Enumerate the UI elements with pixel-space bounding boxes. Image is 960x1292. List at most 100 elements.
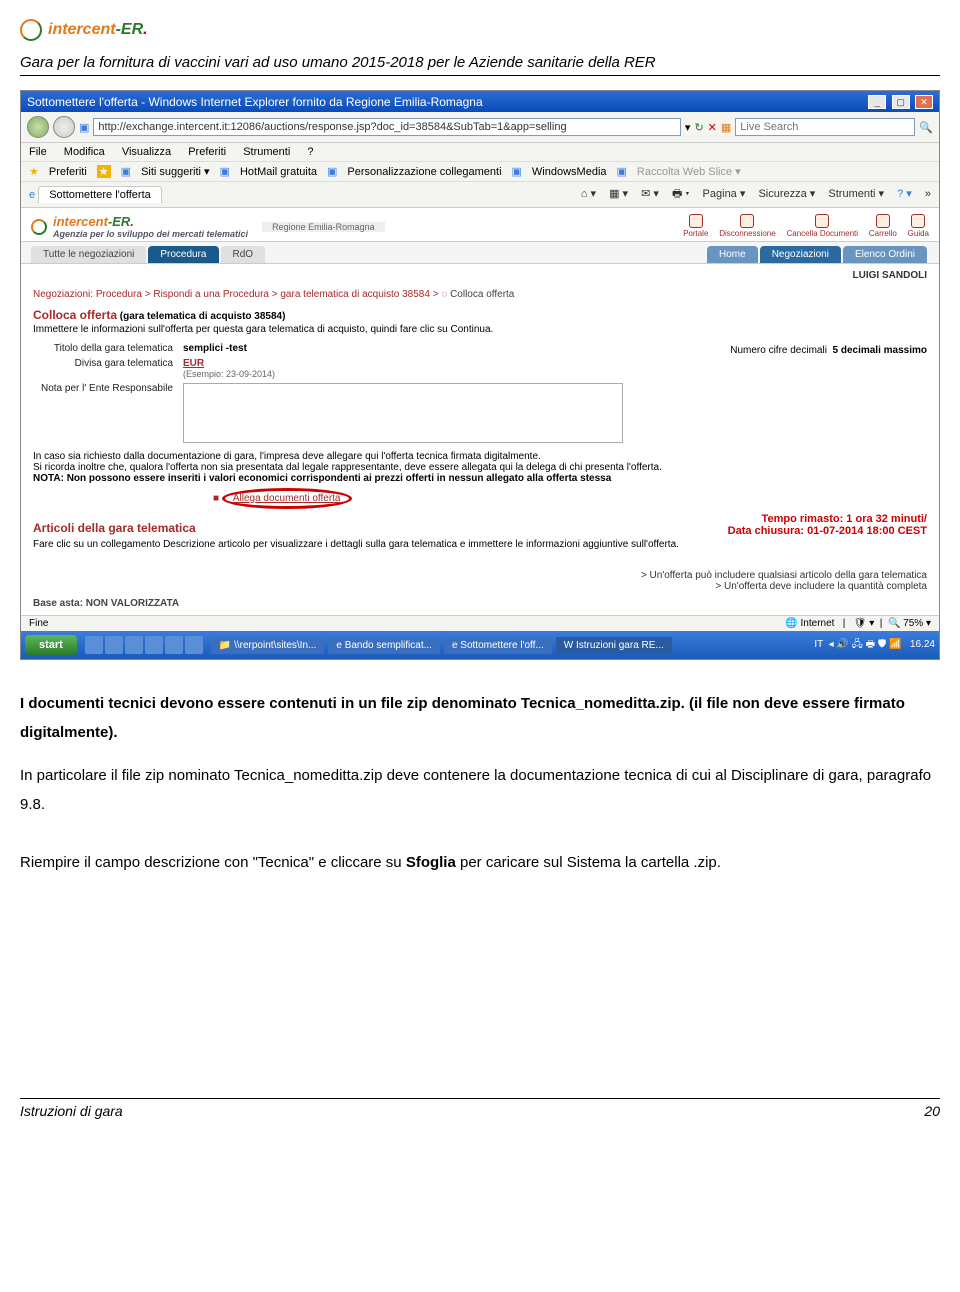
search-button[interactable]: 🔍	[919, 121, 933, 134]
more-icon[interactable]: »	[925, 188, 931, 200]
menu-visualizza[interactable]: Visualizza	[122, 146, 171, 158]
menu-file[interactable]: File	[29, 146, 47, 158]
ql-icon-2[interactable]	[105, 636, 123, 654]
protected-mode-icon: 🛡	[854, 618, 867, 629]
forward-button[interactable]	[53, 116, 75, 138]
print-icon[interactable]: 🖶 ▾	[672, 188, 690, 200]
fav-item-2[interactable]: HotMail gratuita	[240, 166, 317, 178]
window-controls: _ ▢ ✕	[866, 94, 933, 109]
nota-textarea[interactable]	[183, 383, 623, 443]
favorites-bar: ★ Preferiti ★ ▣Siti suggeriti ▾ ▣HotMail…	[21, 162, 939, 182]
taskbar: start 📁 \\rerpoint\sites\In... e Bando s…	[21, 631, 939, 659]
menu-preferiti[interactable]: Preferiti	[188, 146, 226, 158]
heading-context: (gara telematica di acquisto 38584)	[120, 311, 286, 322]
numero-label: Numero cifre decimali	[730, 345, 827, 356]
fav-item-5[interactable]: Raccolta Web Slice ▾	[637, 165, 741, 178]
ql-icon-3[interactable]	[125, 636, 143, 654]
menu-help[interactable]: ?	[307, 146, 313, 158]
close-button[interactable]: ✕	[915, 95, 933, 109]
ql-icon-1[interactable]	[85, 636, 103, 654]
delete-icon	[815, 214, 829, 228]
screenshot-container: Sottomettere l'offerta - Windows Interne…	[20, 90, 940, 660]
minimize-button[interactable]: _	[868, 95, 886, 109]
task-4[interactable]: W Istruzioni gara RE...	[556, 637, 672, 654]
stop-button[interactable]: ✕	[708, 121, 717, 134]
tab-rdo[interactable]: RdO	[221, 246, 266, 263]
ie-tabs-bar: e Sottomettere l'offerta ⌂ ▾ ▦ ▾ ✉ ▾ 🖶 ▾…	[21, 182, 939, 208]
timer-closing: Data chiusura: 01-07-2014 18:00 CEST	[728, 525, 927, 537]
feed-icon[interactable]: ▦ ▾	[609, 188, 628, 200]
search-provider-icon: ▦	[721, 121, 731, 134]
tab-current[interactable]: Sottomettere l'offerta	[38, 186, 162, 203]
page-icon: ▣	[79, 121, 89, 134]
app-subtitle: Agenzia per lo sviluppo dei mercati tele…	[53, 229, 248, 239]
status-left: Fine	[29, 618, 48, 629]
ql-icon-5[interactable]	[165, 636, 183, 654]
logout-icon	[740, 214, 754, 228]
favorites-star-icon[interactable]: ★	[29, 165, 39, 178]
titolo-label: Titolo della gara telematica	[33, 343, 173, 354]
page-header: intercent-ER.	[20, 10, 940, 50]
divisa-label: Divisa gara telematica	[33, 358, 173, 379]
task-1[interactable]: 📁 \\rerpoint\sites\In...	[211, 637, 325, 654]
clock: 16.24	[910, 639, 935, 650]
breadcrumb-path[interactable]: Negoziazioni: Procedura > Rispondi a una…	[33, 289, 439, 300]
search-box[interactable]	[735, 118, 915, 136]
go-dropdown[interactable]: ▾	[685, 121, 691, 134]
ql-icon-6[interactable]	[185, 636, 203, 654]
zoom-icon[interactable]: 🔍	[888, 618, 900, 629]
app-main: Colloca offerta (gara telematica di acqu…	[21, 302, 939, 615]
ql-icon-4[interactable]	[145, 636, 163, 654]
toolbar-sicurezza[interactable]: Sicurezza ▾	[758, 188, 815, 200]
link-portale[interactable]: Portale	[683, 214, 708, 238]
divisa-value[interactable]: EUR	[183, 358, 204, 369]
section2-heading: Articoli della gara telematica	[33, 521, 679, 535]
user-name: LUIGI SANDOLI	[21, 264, 939, 287]
fav-item-3[interactable]: Personalizzazione collegamenti	[347, 166, 501, 178]
footer-left: Istruzioni di gara	[20, 1103, 123, 1119]
footer-page-number: 20	[924, 1103, 940, 1119]
link-cancella[interactable]: Cancella Documenti	[786, 214, 858, 238]
fav-item-4[interactable]: WindowsMedia	[532, 166, 607, 178]
lang-indicator[interactable]: IT	[814, 639, 823, 650]
toolbar-strumenti[interactable]: Strumenti ▾	[828, 188, 884, 200]
home-dropdown-icon[interactable]: ⌂ ▾	[581, 188, 596, 200]
link-guida[interactable]: Guida	[908, 214, 929, 238]
para-1a: I documenti tecnici devono essere conten…	[20, 695, 905, 741]
help-icon[interactable]: ? ▾	[897, 188, 912, 200]
rtab-ordini[interactable]: Elenco Ordini	[843, 246, 927, 263]
breadcrumb: Negoziazioni: Procedura > Rispondi a una…	[21, 287, 939, 302]
mail-icon[interactable]: ✉ ▾	[641, 188, 659, 200]
status-zoom: 75%	[903, 618, 923, 629]
toolbar-pagina[interactable]: Pagina ▾	[703, 188, 746, 200]
para-2b: Sfoglia	[406, 854, 456, 871]
link-carrello[interactable]: Carrello	[869, 214, 897, 238]
tab-procedura[interactable]: Procedura	[148, 246, 218, 263]
menu-strumenti[interactable]: Strumenti	[243, 146, 290, 158]
ie-status-bar: Fine 🌐 Internet | 🛡 ▾ | 🔍 75% ▾	[21, 615, 939, 631]
task-3[interactable]: e Sottomettere l'off...	[444, 637, 552, 654]
add-fav-icon[interactable]: ★	[97, 165, 111, 178]
task-2[interactable]: e Bando semplificat...	[328, 637, 440, 654]
tab-negoziazioni-all[interactable]: Tutte le negoziazioni	[31, 246, 146, 263]
base-asta: Base asta: NON VALORIZZATA	[33, 598, 927, 609]
hint-1: > Un'offerta può includere qualsiasi art…	[33, 570, 927, 581]
link-disconnessione[interactable]: Disconnessione	[719, 214, 775, 238]
intro-text: Immettere le informazioni sull'offerta p…	[33, 324, 927, 335]
help-icon	[911, 214, 925, 228]
maximize-button[interactable]: ▢	[892, 95, 910, 109]
page-footer: Istruzioni di gara 20	[20, 1098, 940, 1119]
start-button[interactable]: start	[25, 635, 77, 655]
titolo-value: semplici -test	[183, 343, 247, 354]
status-zone: Internet	[801, 618, 835, 629]
menu-modifica[interactable]: Modifica	[64, 146, 105, 158]
rtab-home[interactable]: Home	[707, 246, 758, 263]
favorites-label[interactable]: Preferiti	[49, 166, 87, 178]
refresh-button[interactable]: ↻	[694, 121, 703, 134]
rtab-negoziazioni[interactable]: Negoziazioni	[760, 246, 841, 263]
ie-menu-bar: File Modifica Visualizza Preferiti Strum…	[21, 143, 939, 162]
back-button[interactable]	[27, 116, 49, 138]
fav-item-1[interactable]: Siti suggeriti ▾	[141, 165, 210, 178]
address-bar[interactable]	[93, 118, 681, 136]
allega-link[interactable]: Allega documenti offerta	[233, 493, 341, 504]
